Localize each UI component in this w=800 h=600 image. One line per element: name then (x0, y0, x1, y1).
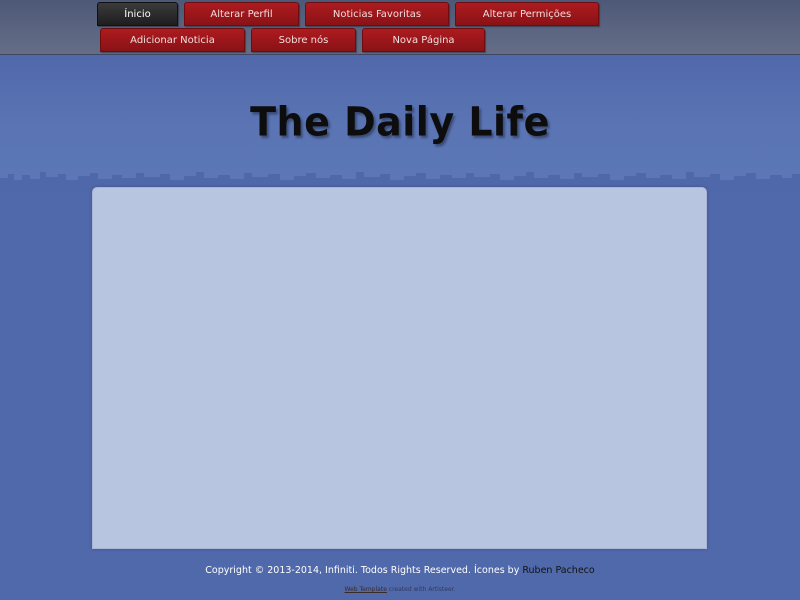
tab-adicionar-noticia[interactable]: Adicionar Noticia (100, 28, 245, 52)
tab-nova-pagina[interactable]: Nova Página (362, 28, 485, 52)
tab-alterar-permicoes[interactable]: Alterar Permições (455, 2, 599, 26)
web-template-link[interactable]: Web Template (345, 586, 387, 593)
top-nav-bar: Ínicio Alterar Perfil Noticias Favoritas… (0, 0, 800, 55)
tab-sobre-nos[interactable]: Sobre nós (251, 28, 356, 52)
nav-row-1: Ínicio Alterar Perfil Noticias Favoritas… (97, 2, 599, 26)
copyright-text: Copyright © 2013-2014, Infiniti. Todos R… (205, 565, 523, 576)
nav-row-2: Adicionar Noticia Sobre nós Nova Página (100, 28, 485, 52)
credits-text: created with Artisteer. (386, 586, 456, 593)
site-title: The Daily Life (250, 98, 550, 146)
main-content-panel (92, 187, 707, 549)
tab-noticias-favoritas[interactable]: Noticias Favoritas (305, 2, 449, 26)
footer-copyright: Copyright © 2013-2014, Infiniti. Todos R… (0, 565, 800, 576)
footer-credits: Web Template created with Artisteer. (0, 586, 800, 593)
tab-inicio[interactable]: Ínicio (97, 2, 178, 26)
tab-alterar-perfil[interactable]: Alterar Perfil (184, 2, 299, 26)
author-link[interactable]: Ruben Pacheco (522, 565, 594, 576)
